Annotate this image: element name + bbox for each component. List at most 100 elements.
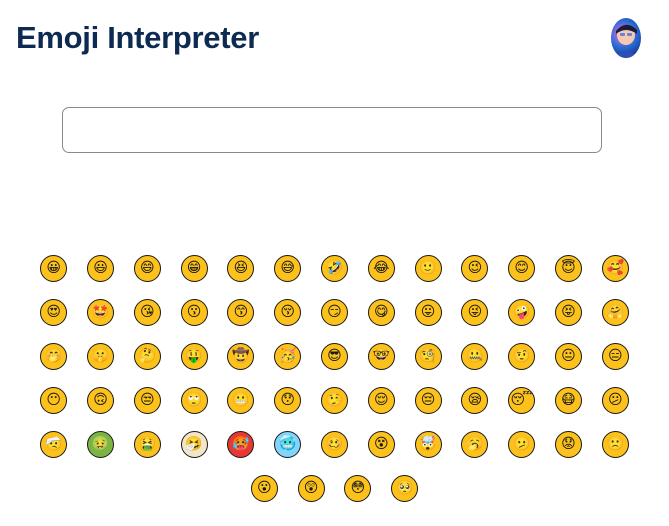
emoji-button[interactable]: 😆 (218, 250, 265, 286)
emoji-button[interactable]: 🥰 (592, 250, 639, 286)
hushed-face-icon: 😯 (274, 386, 302, 414)
emoji-button[interactable]: 😄 (124, 250, 171, 286)
emoji-button[interactable]: 🤧 (171, 426, 218, 462)
emoji-button[interactable]: 😬 (218, 382, 265, 418)
emoji-button[interactable]: 😊 (498, 250, 545, 286)
emoji-button[interactable]: 😲 (288, 470, 335, 506)
thinking-face-icon: 🤔 (133, 342, 161, 370)
emoji-button[interactable]: 🤢 (77, 426, 124, 462)
emoji-button[interactable]: 😵 (358, 426, 405, 462)
emoji-button[interactable]: 🙁 (592, 426, 639, 462)
emoji-button[interactable]: 😍 (30, 294, 77, 330)
emoji-button[interactable]: 😃 (77, 250, 124, 286)
emoji-button[interactable]: 🥴 (311, 426, 358, 462)
emoji-button[interactable]: 😟 (545, 426, 592, 462)
kissing-closed-eyes-face-icon: 😚 (274, 298, 302, 326)
emoji-button[interactable]: 😚 (264, 294, 311, 330)
emoji-button[interactable]: 😷 (545, 382, 592, 418)
emoji-button[interactable]: 🙄 (171, 382, 218, 418)
open-mouth-face-icon: 😮 (250, 474, 278, 502)
emoji-button[interactable]: 😶 (30, 382, 77, 418)
grinning-face-smiling-eyes-icon: 😄 (133, 254, 161, 282)
emoji-button[interactable]: 😒 (124, 382, 171, 418)
cold-face-icon: 🥶 (274, 430, 302, 458)
emoji-button[interactable]: 🤫 (77, 338, 124, 374)
emoji-button[interactable]: 🥵 (218, 426, 265, 462)
emoji-button[interactable]: 🤐 (451, 338, 498, 374)
emoji-button[interactable]: 😂 (358, 250, 405, 286)
emoji-search-input[interactable] (62, 107, 602, 153)
emoji-button[interactable]: 😇 (545, 250, 592, 286)
emoji-button[interactable]: 🥱 (451, 426, 498, 462)
emoji-button[interactable]: 😐 (545, 338, 592, 374)
smiling-hearts-face-icon: 🥰 (601, 254, 629, 282)
emoji-button[interactable]: 🥺 (381, 470, 428, 506)
avatar-portrait-icon (614, 24, 638, 58)
hot-face-icon: 🥵 (227, 430, 255, 458)
emoji-button[interactable]: 🤕 (30, 426, 77, 462)
grinning-face-icon: 😀 (40, 254, 68, 282)
emoji-button[interactable]: 😘 (124, 294, 171, 330)
user-avatar[interactable] (611, 18, 641, 58)
emoji-button[interactable]: 😯 (264, 382, 311, 418)
emoji-button[interactable]: 🥳 (264, 338, 311, 374)
emoji-button[interactable]: 😕 (592, 382, 639, 418)
emoji-button[interactable]: 😪 (451, 382, 498, 418)
tongue-face-icon: 😛 (414, 298, 442, 326)
dizzy-face-icon: 😵 (367, 430, 395, 458)
smirking-face-icon: 😏 (320, 298, 348, 326)
slightly-frowning-face-icon: 🙁 (601, 430, 629, 458)
emoji-button[interactable]: 🙃 (77, 382, 124, 418)
winking-tongue-face-icon: 😜 (461, 298, 489, 326)
emoji-button[interactable]: 🤔 (124, 338, 171, 374)
emoji-button[interactable]: 😜 (451, 294, 498, 330)
emoji-button[interactable]: 🤮 (124, 426, 171, 462)
emoji-button[interactable]: 🤑 (171, 338, 218, 374)
no-mouth-face-icon: 😶 (40, 386, 68, 414)
emoji-button[interactable]: 🫤 (498, 426, 545, 462)
tears-of-joy-face-icon: 😂 (367, 254, 395, 282)
emoji-button[interactable]: 😎 (311, 338, 358, 374)
emoji-button[interactable]: 😉 (451, 250, 498, 286)
cowboy-face-icon: 🤠 (227, 342, 255, 370)
expressionless-face-icon: 😑 (601, 342, 629, 370)
emoji-button[interactable]: 😗 (171, 294, 218, 330)
emoji-button[interactable]: 🤪 (498, 294, 545, 330)
emoji-button[interactable]: 😅 (264, 250, 311, 286)
halo-face-icon: 😇 (554, 254, 582, 282)
mask-face-icon: 😷 (554, 386, 582, 414)
emoji-button[interactable]: 🤨 (498, 338, 545, 374)
emoji-button[interactable]: 🤥 (311, 382, 358, 418)
emoji-button[interactable]: 😋 (358, 294, 405, 330)
emoji-button[interactable]: 🙂 (405, 250, 452, 286)
emoji-button[interactable]: 🤓 (358, 338, 405, 374)
sneezing-face-icon: 🤧 (180, 430, 208, 458)
sleepy-face-icon: 😪 (461, 386, 489, 414)
emoji-button[interactable]: 🤠 (218, 338, 265, 374)
emoji-button[interactable]: 😮 (241, 470, 288, 506)
emoji-button[interactable]: 🧐 (405, 338, 452, 374)
emoji-button[interactable]: 🥶 (264, 426, 311, 462)
emoji-button[interactable]: 😁 (171, 250, 218, 286)
beaming-face-icon: 😁 (180, 254, 208, 282)
emoji-button[interactable]: 😝 (545, 294, 592, 330)
emoji-button[interactable]: 😏 (311, 294, 358, 330)
emoji-button[interactable]: 😑 (592, 338, 639, 374)
emoji-button[interactable]: 🤯 (405, 426, 452, 462)
emoji-button[interactable]: 🤭 (30, 338, 77, 374)
squinting-laughing-face-icon: 😆 (227, 254, 255, 282)
emoji-button[interactable]: 😛 (405, 294, 452, 330)
monocle-face-icon: 🧐 (414, 342, 442, 370)
vomiting-face-icon: 🤮 (133, 430, 161, 458)
emoji-button[interactable]: 😌 (358, 382, 405, 418)
head-bandage-face-icon: 🤕 (40, 430, 68, 458)
emoji-button[interactable]: 😀 (30, 250, 77, 286)
emoji-button[interactable]: 🤣 (311, 250, 358, 286)
emoji-button[interactable]: 😳 (335, 470, 382, 506)
emoji-button[interactable]: 😔 (405, 382, 452, 418)
kissing-face-icon: 😗 (180, 298, 208, 326)
emoji-button[interactable]: 😙 (218, 294, 265, 330)
emoji-button[interactable]: 🤩 (77, 294, 124, 330)
emoji-button[interactable]: 🤗 (592, 294, 639, 330)
emoji-button[interactable]: 😴 (498, 382, 545, 418)
